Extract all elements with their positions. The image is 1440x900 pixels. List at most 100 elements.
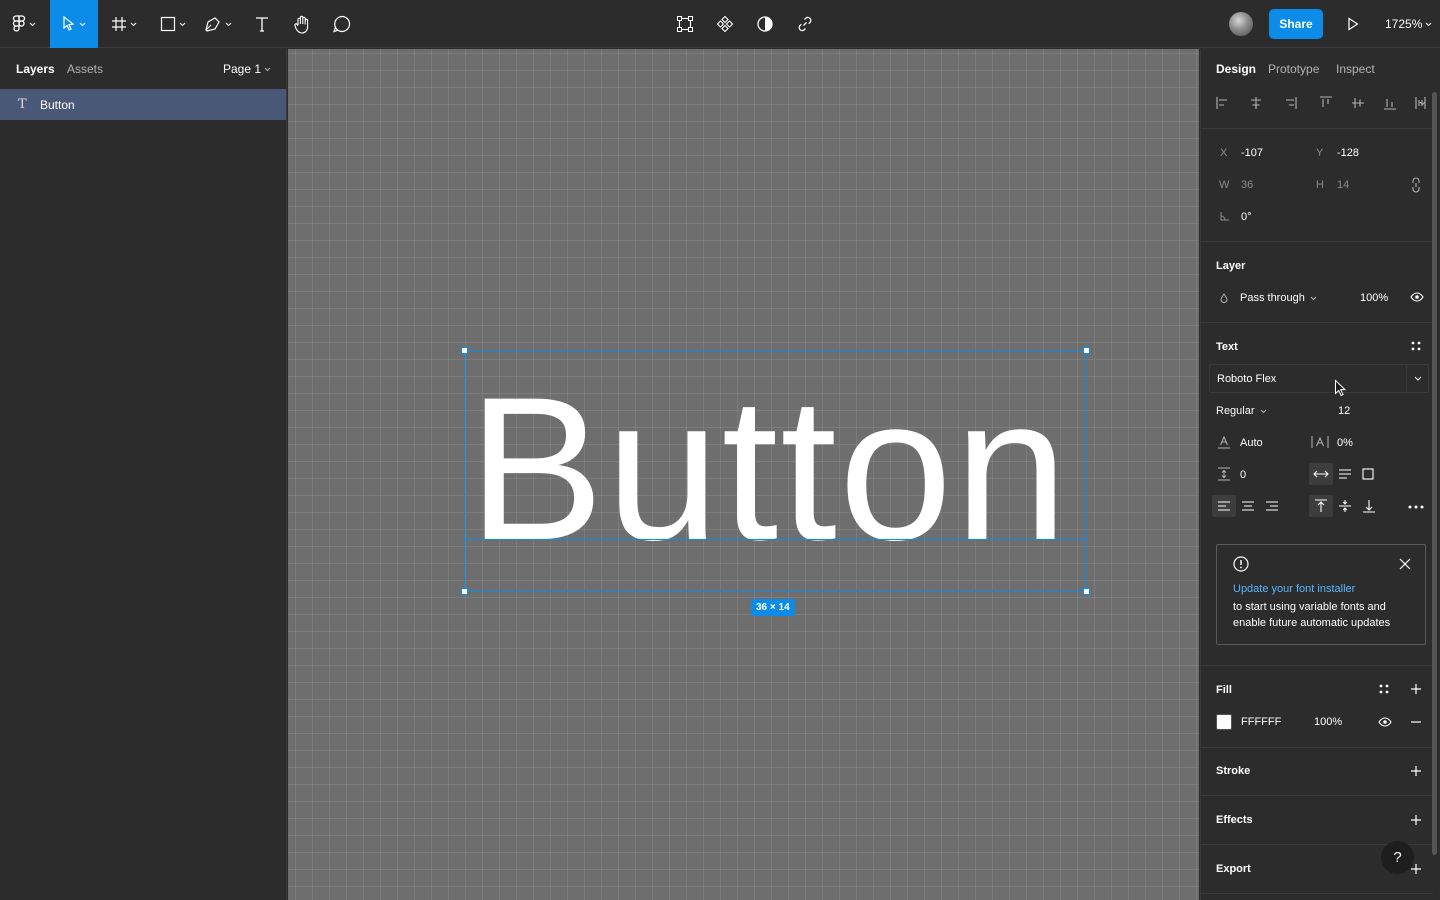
tab-layers[interactable]: Layers (16, 62, 55, 76)
shape-tool-button[interactable] (152, 0, 194, 48)
layer-opacity-input[interactable]: 100% (1360, 292, 1388, 304)
top-toolbar: Share 1725% (0, 0, 1440, 48)
rotation-input[interactable]: 0° (1241, 211, 1252, 223)
chevron-down-icon (225, 22, 232, 26)
fill-hex-input[interactable]: FFFFFF (1241, 716, 1281, 728)
close-icon[interactable] (1399, 558, 1411, 570)
text-align-right-icon[interactable] (1265, 501, 1279, 511)
rotation-icon (1220, 212, 1229, 221)
main-menu-button[interactable] (0, 0, 48, 48)
resize-handle-top-right[interactable] (1083, 347, 1090, 354)
blend-mode-label: Pass through (1240, 292, 1305, 304)
tab-design[interactable]: Design (1216, 62, 1256, 76)
text-align-left-icon[interactable] (1217, 501, 1231, 511)
share-button[interactable]: Share (1269, 9, 1323, 39)
text-align-center-icon[interactable] (1241, 501, 1255, 511)
auto-width-icon[interactable] (1313, 468, 1329, 480)
zoom-dropdown[interactable]: 1725% (1385, 17, 1432, 31)
mask-button[interactable] (750, 0, 780, 48)
resize-handle-bottom-right[interactable] (1083, 588, 1090, 595)
create-component-button[interactable] (710, 0, 740, 48)
font-style-label: Regular (1216, 405, 1255, 417)
user-avatar[interactable] (1229, 12, 1253, 36)
font-size-input[interactable]: 12 (1338, 405, 1350, 417)
info-alert-icon (1233, 556, 1249, 572)
eye-icon[interactable] (1410, 292, 1424, 302)
design-canvas[interactable]: Button 36 × 14 (288, 49, 1199, 900)
mouse-cursor-icon (1335, 379, 1347, 397)
divider (1201, 747, 1433, 748)
text-align-middle-icon[interactable] (1338, 499, 1352, 513)
tab-prototype[interactable]: Prototype (1268, 62, 1319, 76)
divider (1201, 322, 1433, 323)
fill-opacity-input[interactable]: 100% (1314, 716, 1342, 728)
text-t-icon (256, 17, 268, 32)
h-input[interactable]: 14 (1337, 179, 1349, 191)
add-effect-plus-icon[interactable] (1410, 814, 1422, 826)
comment-tool-button[interactable] (326, 0, 358, 48)
text-styles-grid-icon[interactable] (1411, 341, 1421, 351)
y-input[interactable]: -128 (1337, 147, 1359, 159)
font-family-dropdown[interactable]: Roboto Flex (1209, 364, 1429, 393)
edit-object-button[interactable] (670, 0, 700, 48)
divider (1201, 893, 1433, 894)
tab-inspect[interactable]: Inspect (1336, 62, 1375, 76)
font-style-dropdown[interactable]: Regular (1216, 405, 1267, 417)
w-input[interactable]: 36 (1241, 179, 1253, 191)
frame-hash-icon (112, 17, 126, 31)
page-label: Page 1 (223, 62, 262, 76)
blend-drop-icon (1220, 293, 1228, 303)
chevron-down-icon (1414, 376, 1422, 381)
update-font-installer-link[interactable]: Update your font installer (1233, 583, 1355, 595)
chevron-down-icon (1260, 409, 1266, 413)
fixed-size-icon[interactable] (1362, 468, 1374, 480)
layer-item-button[interactable]: T Button (0, 89, 286, 120)
help-button[interactable]: ? (1381, 841, 1414, 874)
more-options-icon[interactable] (1408, 505, 1424, 509)
chevron-down-icon (1426, 22, 1432, 26)
letter-spacing-icon (1311, 436, 1329, 448)
link-icon (798, 16, 812, 32)
pen-tool-button[interactable] (197, 0, 239, 48)
remove-fill-minus-icon[interactable] (1410, 721, 1422, 723)
move-tool-button[interactable] (50, 0, 98, 48)
text-align-top-icon[interactable] (1314, 499, 1328, 513)
line-height-input[interactable]: Auto (1240, 437, 1263, 449)
font-family-dropdown-toggle[interactable] (1406, 365, 1428, 392)
frame-tool-button[interactable] (103, 0, 145, 48)
fill-styles-grid-icon[interactable] (1379, 684, 1389, 694)
properties-scrollbar[interactable] (1432, 92, 1437, 855)
copy-link-button[interactable] (790, 0, 820, 48)
constrain-proportions-icon[interactable] (1411, 177, 1421, 193)
resize-handle-top-left[interactable] (461, 347, 468, 354)
chevron-down-icon (1310, 296, 1317, 300)
hand-tool-button[interactable] (286, 0, 318, 48)
chevron-down-icon (264, 67, 271, 71)
properties-panel: Design Prototype Inspect X -107 Y -128 W… (1200, 49, 1440, 900)
alignment-toolbar[interactable] (1216, 96, 1426, 110)
add-fill-plus-icon[interactable] (1410, 683, 1422, 695)
auto-height-icon[interactable] (1338, 468, 1352, 480)
left-panel-tabs: Layers Assets Page 1 (0, 49, 286, 88)
figma-logo-icon (12, 15, 26, 32)
paragraph-spacing-input[interactable]: 0 (1240, 469, 1246, 481)
letter-spacing-input[interactable]: 0% (1337, 437, 1353, 449)
x-input[interactable]: -107 (1241, 147, 1263, 159)
selection-box[interactable] (464, 350, 1086, 592)
font-family-label: Roboto Flex (1217, 373, 1277, 385)
resize-handle-bottom-left[interactable] (461, 588, 468, 595)
fill-color-swatch[interactable] (1216, 714, 1232, 730)
eye-icon[interactable] (1378, 717, 1392, 727)
chevron-down-icon (130, 22, 137, 26)
text-tool-button[interactable] (246, 0, 278, 48)
rectangle-icon (160, 16, 176, 32)
paragraph-spacing-icon (1218, 467, 1230, 481)
present-button[interactable] (1340, 0, 1366, 48)
blend-mode-dropdown[interactable]: Pass through (1240, 292, 1317, 304)
page-selector[interactable]: Page 1 (223, 62, 271, 76)
text-align-bottom-icon[interactable] (1362, 499, 1376, 513)
comment-bubble-icon (333, 15, 351, 33)
zoom-level: 1725% (1385, 17, 1423, 31)
add-stroke-plus-icon[interactable] (1410, 765, 1422, 777)
tab-assets[interactable]: Assets (67, 62, 103, 76)
